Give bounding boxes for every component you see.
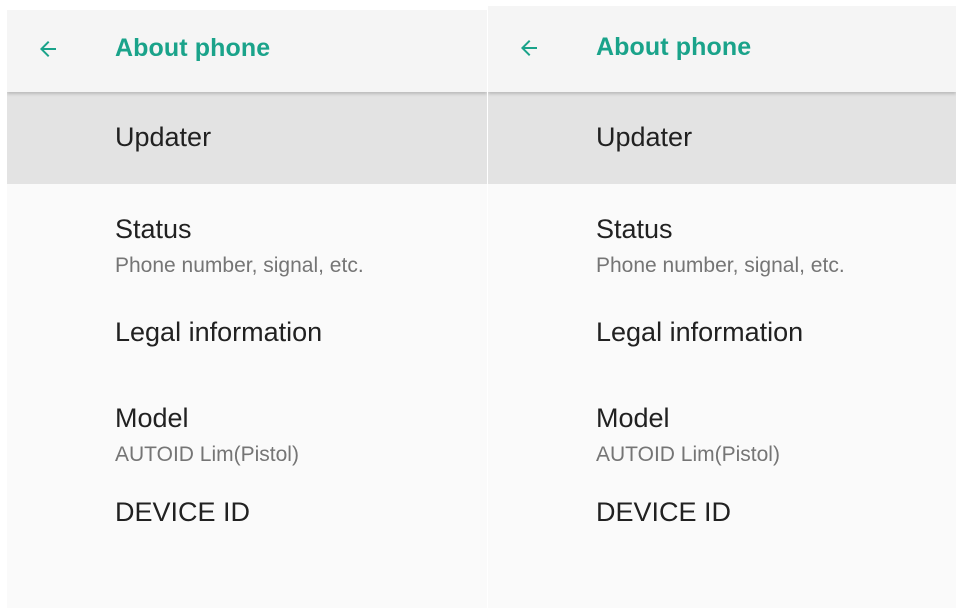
list-item-updater[interactable]: Updater [7,92,487,184]
about-phone-screen-right: About phone Updater Status Phone number,… [488,6,956,608]
list-item-title: Legal information [115,317,323,347]
arrow-back-icon [40,41,56,57]
list-item-summary: Phone number, signal, etc. [596,254,845,277]
list-item-title: Model [115,403,189,433]
app-bar: About phone [488,6,956,92]
back-button[interactable] [512,31,546,65]
list-item-legal-information[interactable]: Legal information [488,291,956,379]
back-button[interactable] [31,32,65,66]
list-item-model[interactable]: Model AUTOID Lim(Pistol) [7,379,487,507]
list-item-title: Model [596,403,670,433]
about-phone-screen-left: About phone Updater Status Phone number,… [7,10,487,608]
arrow-back-icon [521,40,537,56]
list-item-title: DEVICE ID [115,497,251,527]
list-item-status[interactable]: Status Phone number, signal, etc. [488,184,956,291]
list-item-summary: AUTOID Lim(Pistol) [596,443,780,466]
screenshot-canvas: About phone Updater Status Phone number,… [0,0,956,608]
page-title: About phone [115,34,271,62]
list-item-model[interactable]: Model AUTOID Lim(Pistol) [488,379,956,507]
list-item-title: Updater [596,122,693,152]
list-item-status[interactable]: Status Phone number, signal, etc. [7,184,487,291]
list-item-title: Legal information [596,317,804,347]
list-item-summary: AUTOID Lim(Pistol) [115,443,299,466]
settings-list: Updater Status Phone number, signal, etc… [488,92,956,587]
app-bar: About phone [7,10,487,92]
list-item-updater[interactable]: Updater [488,92,956,184]
settings-list: Updater Status Phone number, signal, etc… [7,92,487,587]
list-item-title: DEVICE ID [596,497,732,527]
list-item-title: Status [115,214,192,244]
list-item-title: Updater [115,122,212,152]
list-item-summary: Phone number, signal, etc. [115,254,364,277]
list-item-device-id[interactable]: DEVICE ID [488,497,956,587]
list-item-device-id[interactable]: DEVICE ID [7,497,487,587]
list-item-legal-information[interactable]: Legal information [7,291,487,379]
page-title: About phone [596,33,752,61]
list-item-title: Status [596,214,673,244]
